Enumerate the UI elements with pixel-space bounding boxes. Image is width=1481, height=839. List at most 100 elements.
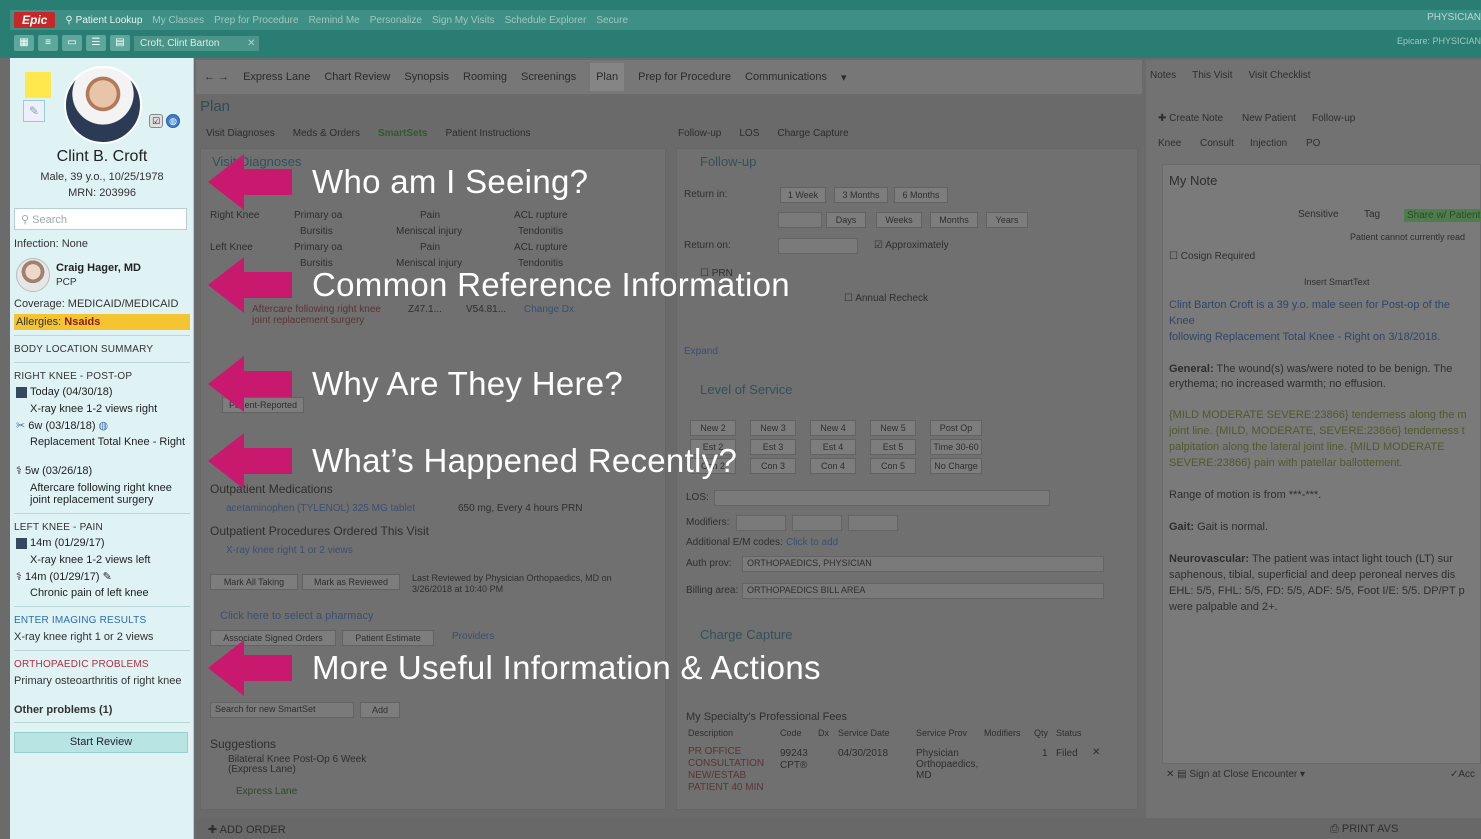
los-no-charge[interactable]: No Charge	[930, 458, 982, 474]
follow-up-note-button[interactable]: Follow-up	[1312, 113, 1355, 124]
note-smartlist[interactable]: SEVERE:23866} pain with patellar ballott…	[1169, 456, 1403, 471]
fee-description[interactable]: PR OFFICE CONSULTATION NEW/ESTAB PATIENT…	[688, 746, 774, 794]
back-forward-arrows[interactable]: ← →	[204, 71, 229, 83]
expand-link[interactable]: Expand	[684, 346, 718, 357]
los-input[interactable]	[714, 490, 1050, 506]
los-est-3[interactable]: Est 3	[750, 439, 796, 455]
checkbox-icon[interactable]: ☑	[149, 114, 163, 128]
suggestion-item[interactable]: Bilateral Knee Post-Op 6 Week (Express L…	[228, 755, 378, 775]
los-new-4[interactable]: New 4	[810, 420, 856, 436]
left-knee-item-pain[interactable]: ⚕ 14m (01/29/17) ✎	[16, 570, 112, 584]
auth-prov-input[interactable]: ORTHOPAEDICS, PHYSICIAN	[742, 556, 1104, 572]
print-avs-button[interactable]: ⎙ PRINT AVS	[1330, 823, 1398, 836]
coverage[interactable]: Coverage: MEDICAID/MEDICAID	[14, 298, 178, 310]
annual-recheck-checkbox[interactable]: ☐ Annual Recheck	[844, 293, 928, 304]
subnav-los[interactable]: LOS	[739, 128, 759, 139]
tab-communications[interactable]: Communications	[745, 71, 827, 83]
med-tylenol[interactable]: acetaminophen (TYLENOL) 325 MG tablet	[226, 503, 415, 514]
tab-screenings[interactable]: Screenings	[521, 71, 576, 83]
po-note-button[interactable]: PO	[1306, 138, 1320, 149]
pcp-name[interactable]: Craig Hager, MD	[56, 262, 141, 274]
menu-schedule-explorer[interactable]: Schedule Explorer	[505, 15, 587, 26]
left-knee-item-xray[interactable]: 14m (01/29/17)	[16, 537, 105, 549]
dx-cell[interactable]: Primary oa	[294, 242, 342, 253]
unit-days[interactable]: Days	[826, 212, 866, 228]
storyboard-search-input[interactable]: ⚲ Search	[14, 208, 187, 230]
calendar-icon[interactable]: ▦	[14, 35, 34, 51]
tab-rooming[interactable]: Rooming	[463, 71, 507, 83]
sticky-note-icon[interactable]	[25, 72, 51, 98]
unit-months[interactable]: Months	[930, 212, 978, 228]
menu-prep-for-procedure[interactable]: Prep for Procedure	[214, 15, 299, 26]
modifier-input-3[interactable]	[848, 515, 898, 531]
mark-reviewed-button[interactable]: Mark as Reviewed	[302, 574, 400, 590]
dx-cell[interactable]: Primary oa	[294, 210, 342, 221]
sensitive-button[interactable]: Sensitive	[1298, 209, 1339, 220]
unit-years[interactable]: Years	[986, 212, 1028, 228]
billing-area-input[interactable]: ORTHOPAEDICS BILL AREA	[742, 583, 1104, 599]
subnav-meds-orders[interactable]: Meds & Orders	[293, 128, 360, 139]
add-order-button[interactable]: ✚ ADD ORDER	[208, 823, 286, 836]
start-review-button[interactable]: Start Review	[14, 732, 188, 753]
tab-chart-review[interactable]: Chart Review	[324, 71, 390, 83]
tab-express-lane[interactable]: Express Lane	[243, 71, 310, 83]
modifier-input-2[interactable]	[792, 515, 842, 531]
patient-name[interactable]: Clint B. Croft	[10, 148, 194, 166]
globe-icon[interactable]: ◍	[166, 114, 180, 128]
menu-personalize[interactable]: Personalize	[370, 15, 422, 26]
tab-this-visit[interactable]: This Visit	[1192, 70, 1232, 81]
inbox-icon[interactable]: ▭	[62, 35, 82, 51]
allergies-banner[interactable]: Allergies: Nsaids	[14, 314, 190, 330]
right-knee-item-aftercare[interactable]: ⚕ 5w (03/26/18)	[16, 464, 92, 478]
more-tabs-dropdown[interactable]: ▾	[841, 71, 847, 84]
unit-weeks[interactable]: Weeks	[876, 212, 922, 228]
dx-cell[interactable]: ACL rupture	[514, 242, 568, 253]
los-est-5[interactable]: Est 5	[870, 439, 916, 455]
menu-my-classes[interactable]: My Classes	[152, 15, 204, 26]
sign-at-close-dropdown[interactable]: ✕ ▤ Sign at Close Encounter ▾	[1166, 769, 1305, 780]
subnav-charge-capture[interactable]: Charge Capture	[777, 128, 848, 139]
add-smartset-button[interactable]: Add	[360, 702, 400, 718]
dx-cell[interactable]: Meniscal injury	[396, 226, 462, 237]
share-with-patient-button[interactable]: Share w/ Patient	[1404, 209, 1481, 222]
menu-sign-my-visits[interactable]: Sign My Visits	[432, 15, 495, 26]
schedule-icon[interactable]: ▤	[110, 35, 130, 51]
note-smartlist[interactable]: {MILD MODERATE SEVERE:23866} tenderness …	[1169, 408, 1467, 423]
click-to-add-link[interactable]: Click to add	[786, 537, 838, 548]
los-con-3[interactable]: Con 3	[750, 458, 796, 474]
select-pharmacy-link[interactable]: Click here to select a pharmacy	[220, 610, 373, 622]
express-lane-link[interactable]: Express Lane	[236, 786, 297, 797]
return-number-input[interactable]	[778, 212, 822, 228]
accept-note-button[interactable]: ✓Acc	[1450, 769, 1475, 780]
dx-cell[interactable]: ACL rupture	[514, 210, 568, 221]
subnav-visit-diagnoses[interactable]: Visit Diagnoses	[206, 128, 275, 139]
modifier-input-1[interactable]	[736, 515, 786, 531]
epic-menu-button[interactable]: Epic	[14, 12, 56, 28]
los-time-30-60[interactable]: Time 30-60	[930, 439, 982, 455]
list-icon[interactable]: ≡	[38, 35, 58, 51]
create-note-button[interactable]: ✚ Create Note	[1158, 113, 1223, 124]
tab-visit-checklist[interactable]: Visit Checklist	[1249, 70, 1311, 81]
patient-workspace-tab[interactable]: Croft, Clint Barton ✕	[134, 35, 260, 51]
enter-imaging-results-link[interactable]: ENTER IMAGING RESULTS	[14, 615, 146, 626]
tab-prep-for-procedure[interactable]: Prep for Procedure	[638, 71, 731, 83]
subnav-patient-instructions[interactable]: Patient Instructions	[445, 128, 530, 139]
note-smartlist[interactable]: palpitation along the lateral joint line…	[1169, 440, 1445, 455]
delete-fee-icon[interactable]: ✕	[1092, 747, 1100, 758]
tag-button[interactable]: Tag	[1364, 209, 1380, 220]
subnav-smartsets[interactable]: SmartSets	[378, 128, 427, 139]
return-on-date-input[interactable]	[778, 238, 858, 254]
new-patient-note-button[interactable]: New Patient	[1242, 113, 1296, 124]
menu-patient-lookup[interactable]: ⚲ Patient Lookup	[65, 15, 142, 26]
consult-note-button[interactable]: Consult	[1200, 138, 1234, 149]
return-1-week[interactable]: 1 Week	[780, 187, 826, 203]
tab-plan[interactable]: Plan	[590, 63, 625, 91]
menu-secure[interactable]: Secure	[596, 15, 628, 26]
cosign-checkbox[interactable]: ☐ Cosign Required	[1169, 251, 1255, 262]
dx-cell[interactable]: Tendonitis	[518, 226, 563, 237]
return-3-months[interactable]: 3 Months	[834, 187, 888, 203]
tab-notes[interactable]: Notes	[1150, 70, 1176, 81]
los-post-op[interactable]: Post Op	[930, 420, 982, 436]
los-new-5[interactable]: New 5	[870, 420, 916, 436]
dx-cell[interactable]: Pain	[420, 210, 440, 221]
